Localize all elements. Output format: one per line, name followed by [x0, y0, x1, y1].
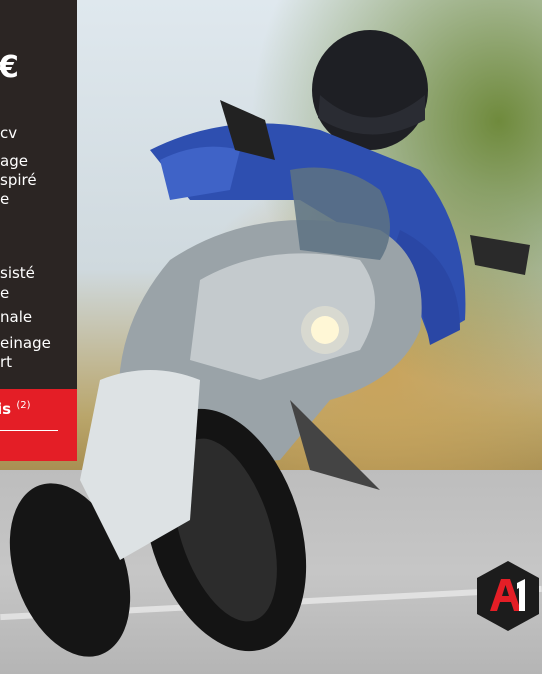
hero-photo [0, 0, 542, 674]
feature-line: nale [0, 308, 33, 326]
promo-panel: € cv age spiré e sisté e nale einage rt … [0, 0, 77, 461]
a1-license-badge [477, 561, 539, 631]
feature-line: einage [0, 334, 51, 352]
feature-line: sisté [0, 264, 35, 282]
feature-line: spiré [0, 171, 37, 189]
cta-underline [0, 430, 58, 431]
feature-line: e [0, 190, 10, 208]
cta-label[interactable]: is (2) [0, 400, 30, 418]
feature-line: rt [0, 353, 13, 371]
price-text: € [0, 50, 19, 85]
feature-line: age [0, 152, 28, 170]
feature-line: cv [0, 124, 18, 142]
motorcycle-rider-illustration [9, 30, 530, 657]
footnote-ref: (2) [16, 400, 31, 411]
feature-line: e [0, 284, 10, 302]
